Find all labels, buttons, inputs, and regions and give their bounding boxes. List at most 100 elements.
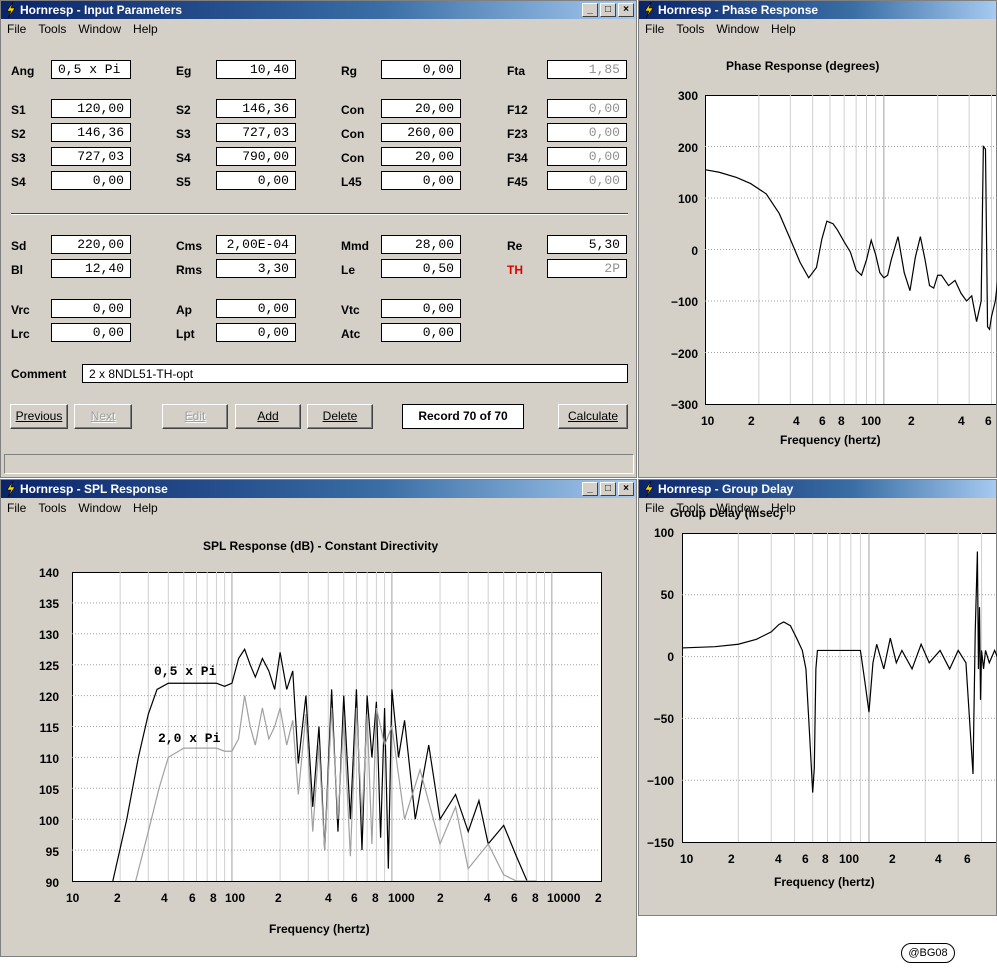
spl-x-tick: 100	[225, 891, 246, 905]
param-field-con[interactable]: 20,00	[381, 99, 461, 118]
param-field-le[interactable]: 0,50	[381, 259, 461, 278]
hornresp-logo-icon	[644, 480, 654, 498]
param-field-s4[interactable]: 0,00	[51, 171, 131, 190]
param-field-ap[interactable]: 0,00	[216, 299, 296, 318]
param-field-cms[interactable]: 2,00E-04	[216, 235, 296, 254]
calculate-button[interactable]: Calculate	[558, 404, 628, 429]
menu-window[interactable]: Window	[72, 499, 127, 515]
spl-response-window: Hornresp - SPL Response _ □ × File Tools W…	[0, 479, 637, 957]
param-field-s3[interactable]: 727,03	[216, 123, 296, 142]
param-field-th[interactable]: 2P	[547, 259, 627, 278]
param-field-con[interactable]: 260,00	[381, 123, 461, 142]
edit-button[interactable]: Edit	[162, 404, 228, 429]
spl-y-tick: 130	[38, 628, 59, 642]
menu-file[interactable]: File	[639, 20, 670, 36]
input-parameters-window: Hornresp - Input Parameters _ □ × File To…	[0, 0, 637, 478]
param-field-f12[interactable]: 0,00	[547, 99, 627, 118]
spl-x-tick: 2	[595, 891, 602, 905]
menu-help[interactable]: Help	[127, 499, 164, 515]
param-label-con: Con	[341, 103, 365, 117]
maximize-button[interactable]: □	[600, 3, 616, 17]
param-label-s4: S4	[176, 151, 191, 165]
param-field-f45[interactable]: 0,00	[547, 171, 627, 190]
minimize-button[interactable]: _	[582, 482, 598, 496]
close-button[interactable]: ×	[618, 482, 634, 496]
phase-response-titlebar[interactable]: Hornresp - Phase Response	[639, 1, 996, 19]
param-field-fta[interactable]: 1,85	[547, 60, 627, 79]
group-delay-plot-area	[682, 533, 996, 843]
param-field-mmd[interactable]: 28,00	[381, 235, 461, 254]
chart-title: SPL Response (dB) - Constant Directivity	[203, 539, 439, 553]
param-label-lrc: Lrc	[11, 327, 30, 341]
param-label-th: TH	[507, 263, 523, 277]
input-parameters-titlebar[interactable]: Hornresp - Input Parameters _ □ ×	[1, 1, 636, 19]
menu-tools[interactable]: Tools	[32, 20, 72, 36]
menu-window[interactable]: Window	[72, 20, 127, 36]
param-field-f34[interactable]: 0,00	[547, 147, 627, 166]
param-field-lrc[interactable]: 0,00	[51, 323, 131, 342]
phase-y-tick: −100	[670, 295, 698, 309]
maximize-button[interactable]: □	[600, 482, 616, 496]
gd-x-tick: 8	[822, 852, 829, 866]
menu-help[interactable]: Help	[765, 20, 802, 36]
add-button[interactable]: Add	[235, 404, 301, 429]
minimize-button[interactable]: _	[582, 3, 598, 17]
param-field-rg[interactable]: 0,00	[381, 60, 461, 79]
param-field-rms[interactable]: 3,30	[216, 259, 296, 278]
menu-file[interactable]: File	[1, 499, 32, 515]
phase-plot-area	[705, 95, 996, 405]
phase-x-tick: 2	[748, 414, 755, 428]
param-label-le: Le	[341, 263, 356, 277]
menu-window[interactable]: Window	[710, 20, 765, 36]
menu-file[interactable]: File	[639, 499, 670, 515]
param-field-lpt[interactable]: 0,00	[216, 323, 296, 342]
param-field-con[interactable]: 20,00	[381, 147, 461, 166]
spl-y-tick: 110	[39, 752, 59, 766]
comment-field[interactable]: 2 x 8NDL51-TH-opt	[82, 364, 628, 383]
param-field-s3[interactable]: 727,03	[51, 147, 131, 166]
menu-help[interactable]: Help	[127, 20, 164, 36]
menubar: File Tools Window Help	[1, 499, 636, 517]
param-field-s2[interactable]: 146,36	[51, 123, 131, 142]
param-field-sd[interactable]: 220,00	[51, 235, 131, 254]
previous-button[interactable]: Previous	[10, 404, 68, 429]
param-label-ap: Ap	[176, 303, 192, 317]
param-field-l45[interactable]: 0,00	[381, 171, 461, 190]
param-field-atc[interactable]: 0,00	[381, 323, 461, 342]
param-field-s1[interactable]: 120,00	[51, 99, 131, 118]
phase-response-window: Hornresp - Phase Response File Tools Windo…	[638, 0, 997, 478]
param-label-vrc: Vrc	[11, 303, 30, 317]
menu-file[interactable]: File	[1, 20, 32, 36]
next-button[interactable]: Next	[74, 404, 132, 429]
param-label-lpt: Lpt	[176, 327, 195, 341]
phase-y-tick: 200	[677, 140, 698, 155]
hornresp-logo-icon	[644, 1, 654, 19]
comment-label: Comment	[11, 367, 67, 381]
param-field-re[interactable]: 5,30	[547, 235, 627, 254]
param-label-ang: Ang	[11, 64, 35, 78]
status-bar	[4, 454, 634, 474]
param-label-cms: Cms	[176, 239, 203, 253]
menu-tools[interactable]: Tools	[670, 20, 710, 36]
param-field-vtc[interactable]: 0,00	[381, 299, 461, 318]
param-field-vrc[interactable]: 0,00	[51, 299, 131, 318]
spl-x-tick: 2	[437, 891, 444, 905]
param-field-bl[interactable]: 12,40	[51, 259, 131, 278]
param-label-s3: S3	[176, 127, 191, 141]
param-field-s5[interactable]: 0,00	[216, 171, 296, 190]
delete-button[interactable]: Delete	[307, 404, 373, 429]
gd-x-tick: 4	[775, 852, 782, 866]
param-label-con: Con	[341, 127, 365, 141]
spl-response-titlebar[interactable]: Hornresp - SPL Response _ □ ×	[1, 480, 636, 498]
param-field-eg[interactable]: 10,40	[216, 60, 296, 79]
param-field-ang[interactable]: 0,5 x Pi	[51, 60, 131, 79]
close-button[interactable]: ×	[618, 3, 634, 17]
param-field-s4[interactable]: 790,00	[216, 147, 296, 166]
param-label-l45: L45	[341, 175, 362, 189]
menu-tools[interactable]: Tools	[32, 499, 72, 515]
param-field-f23[interactable]: 0,00	[547, 123, 627, 142]
gd-x-tick: 4	[935, 852, 942, 866]
group-delay-titlebar[interactable]: Hornresp - Group Delay	[639, 480, 996, 498]
param-field-s2[interactable]: 146,36	[216, 99, 296, 118]
phase-x-tick: 100	[861, 414, 882, 428]
